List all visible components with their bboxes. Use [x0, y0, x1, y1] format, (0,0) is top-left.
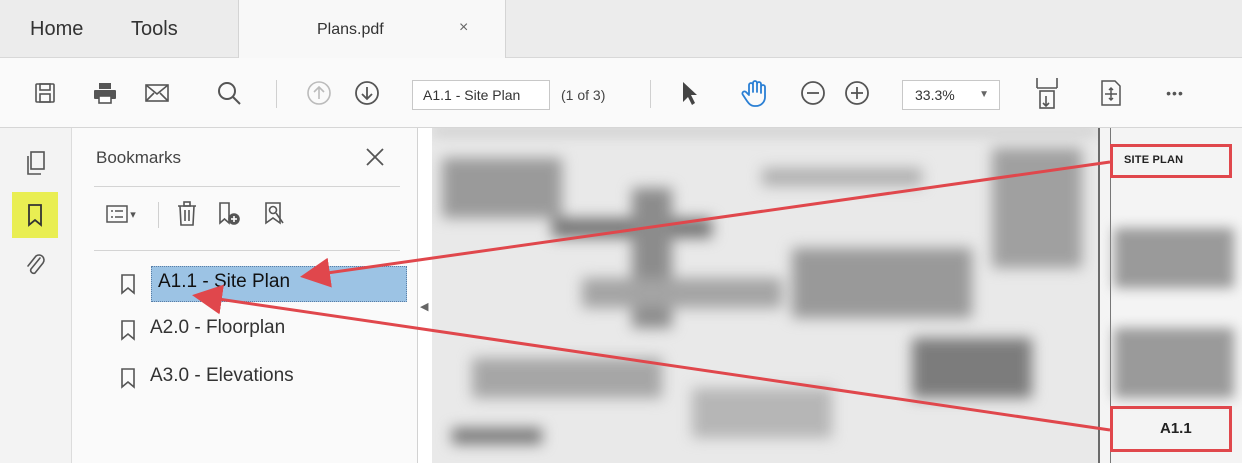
- fit-page-icon: [1036, 78, 1058, 109]
- sheet-number-highlight-box: [1110, 406, 1232, 452]
- close-tab-icon[interactable]: ×: [459, 19, 468, 37]
- blurred-title-block-content: [1114, 328, 1234, 398]
- more-tools-icon[interactable]: •••: [1158, 58, 1192, 128]
- next-page-button[interactable]: [350, 58, 384, 128]
- attachments-icon: [27, 254, 45, 275]
- save-icon: [35, 83, 55, 103]
- fit-page-button[interactable]: [1030, 58, 1064, 128]
- delete-bookmark-button[interactable]: [170, 196, 204, 232]
- options-icon: [106, 205, 128, 223]
- save-button[interactable]: [28, 58, 62, 128]
- bookmarks-icon: [28, 204, 42, 227]
- page-thumbnails-icon: [27, 151, 45, 175]
- bookmark-icon: [121, 320, 135, 341]
- document-tab[interactable]: Plans.pdf ×: [238, 0, 506, 58]
- previous-page-button[interactable]: [302, 58, 336, 128]
- bookmark-search-button[interactable]: [258, 196, 292, 232]
- select-tool-button[interactable]: [672, 58, 706, 128]
- delete-bookmark-icon: [178, 201, 196, 226]
- bookmark-options-button[interactable]: ▾: [96, 196, 146, 232]
- bookmark-item-floorplan[interactable]: A2.0 - Floorplan: [116, 310, 408, 348]
- navigation-rail: [0, 128, 72, 463]
- previous-page-icon: [307, 81, 331, 105]
- zoom-level-value: 33.3%: [915, 87, 955, 103]
- bookmark-search-icon: [265, 202, 284, 225]
- panel-divider: [94, 186, 400, 187]
- bookmark-label: A3.0 - Elevations: [150, 365, 294, 386]
- bookmark-icon: [121, 274, 135, 295]
- hand-tool-button[interactable]: [736, 58, 774, 128]
- new-bookmark-icon: [219, 202, 240, 225]
- panel-divider: [94, 250, 400, 251]
- new-bookmark-button[interactable]: [212, 196, 246, 232]
- close-icon: [366, 148, 384, 166]
- menu-bar: Home Tools Plans.pdf ×: [0, 0, 1242, 58]
- bookmark-item-elevations[interactable]: A3.0 - Elevations: [116, 358, 408, 396]
- collapse-panel-icon[interactable]: ◀: [420, 300, 428, 313]
- tools-menu-item[interactable]: Tools: [131, 18, 178, 41]
- search-icon: [218, 82, 241, 105]
- toolbar: A1.1 - Site Plan (1 of 3) 33.3% ▼ •••: [0, 58, 1242, 128]
- page-number-input[interactable]: A1.1 - Site Plan: [412, 80, 550, 110]
- zoom-in-icon: [845, 81, 869, 105]
- bookmark-label: A1.1 - Site Plan: [151, 266, 407, 302]
- toolbar-separator: [650, 80, 651, 108]
- bookmarks-panel: Bookmarks ▾ A1.1 - Site Plan A2.0 - Floo…: [72, 128, 418, 463]
- chevron-down-icon: ▼: [979, 89, 989, 100]
- email-icon: [145, 84, 169, 102]
- panel-toolbar-separator: [158, 202, 159, 228]
- bookmark-item-site-plan[interactable]: A1.1 - Site Plan: [116, 264, 408, 302]
- bookmark-label: A2.0 - Floorplan: [150, 317, 286, 338]
- zoom-in-button[interactable]: [840, 58, 874, 128]
- home-menu-item[interactable]: Home: [30, 18, 83, 41]
- page-display-icon: [1101, 80, 1121, 106]
- close-panel-button[interactable]: [360, 142, 390, 172]
- page-display-button[interactable]: [1094, 58, 1128, 128]
- print-icon: [94, 83, 116, 104]
- document-tab-title: Plans.pdf: [317, 21, 384, 38]
- bookmarks-button[interactable]: [12, 192, 58, 238]
- zoom-out-button[interactable]: [796, 58, 830, 128]
- site-plan-highlight-box: [1110, 144, 1232, 178]
- attachments-button[interactable]: [12, 242, 58, 288]
- chevron-down-icon: ▾: [130, 208, 136, 221]
- blurred-title-block-content: [1114, 228, 1234, 288]
- search-button[interactable]: [212, 58, 246, 128]
- page-count-label: (1 of 3): [561, 87, 606, 103]
- select-tool-icon: [683, 82, 697, 105]
- page-thumbnails-button[interactable]: [12, 140, 58, 186]
- zoom-level-select[interactable]: 33.3% ▼: [902, 80, 1000, 110]
- bookmarks-panel-title: Bookmarks: [96, 148, 182, 167]
- print-button[interactable]: [88, 58, 122, 128]
- toolbar-separator: [276, 80, 277, 108]
- zoom-out-icon: [801, 81, 825, 105]
- bookmark-icon: [121, 368, 135, 389]
- hand-tool-icon: [741, 80, 766, 107]
- email-button[interactable]: [140, 58, 174, 128]
- next-page-icon: [355, 81, 379, 105]
- document-view[interactable]: SITE PLAN A1.1: [432, 128, 1242, 463]
- blurred-drawing: [432, 128, 1098, 463]
